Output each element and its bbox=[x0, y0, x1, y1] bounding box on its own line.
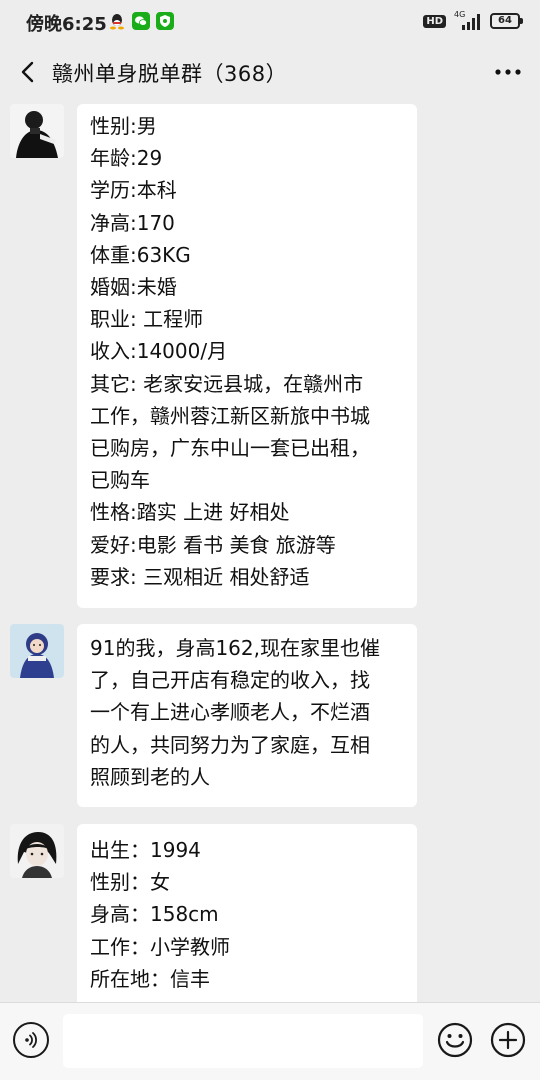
input-bar bbox=[0, 1002, 540, 1080]
message-line: 性别：女 bbox=[90, 870, 170, 895]
message-line: 照顾到老的人 bbox=[90, 764, 210, 789]
message-bubble[interactable]: 性别:男 年龄:29 学历:本科 净高:170 体重:63KG 婚姻:未婚 职业… bbox=[77, 104, 417, 608]
emoji-button[interactable] bbox=[437, 1022, 473, 1058]
back-button[interactable] bbox=[8, 52, 48, 92]
message-bubble[interactable]: 出生：1994 性别：女 身高：158cm 工作：小学教师 所在地：信丰 bbox=[77, 824, 417, 1002]
more-button[interactable] bbox=[488, 52, 528, 92]
security-app-icon bbox=[156, 12, 174, 30]
chat-message-list[interactable]: 性别:男 年龄:29 学历:本科 净高:170 体重:63KG 婚姻:未婚 职业… bbox=[0, 100, 540, 1002]
message-line: 了，自己开店有稳定的收入，找 bbox=[90, 668, 370, 693]
status-bar: 傍晚6:25 HD 4G 64 bbox=[0, 0, 540, 44]
avatar[interactable] bbox=[10, 824, 64, 878]
message-line: 性别:男 bbox=[90, 114, 157, 138]
hd-badge: HD bbox=[423, 14, 446, 28]
message-line: 性格:踏实 上进 好相处 bbox=[90, 500, 290, 525]
message-line: 要求: 三观相近 相处舒适 bbox=[90, 564, 310, 589]
message-line: 91的我，身高162,现在家里也催 bbox=[90, 636, 380, 660]
message-line: 职业: 工程师 bbox=[90, 307, 204, 332]
more-functions-button[interactable] bbox=[490, 1022, 526, 1058]
status-time: 傍晚6:25 bbox=[26, 14, 107, 35]
back-arrow-icon bbox=[21, 61, 34, 83]
network-type: 4G bbox=[454, 10, 466, 19]
avatar[interactable] bbox=[10, 624, 64, 678]
message-line: 一个有上进心孝顺老人，不烂酒 bbox=[90, 700, 370, 725]
wechat-icon bbox=[132, 12, 150, 30]
signal-icon: 4G bbox=[454, 10, 482, 30]
message-line: 工作：小学教师 bbox=[90, 934, 230, 959]
message-line: 的人，共同努力为了家庭，互相 bbox=[90, 732, 370, 757]
message-input[interactable] bbox=[63, 1014, 423, 1068]
page-title: 赣州单身脱单群（368） bbox=[52, 62, 288, 86]
more-icon bbox=[495, 69, 521, 75]
message-bubble[interactable]: 91的我，身高162,现在家里也催 了，自己开店有稳定的收入，找 一个有上进心孝… bbox=[77, 624, 417, 807]
message-line: 已购车 bbox=[90, 468, 150, 493]
qq-icon bbox=[108, 12, 126, 30]
message-line: 学历:本科 bbox=[90, 178, 177, 203]
message-line: 工作，赣州蓉江新区新旅中书城 bbox=[90, 403, 370, 428]
avatar[interactable] bbox=[10, 104, 64, 158]
chat-header: 赣州单身脱单群（368） bbox=[0, 44, 540, 100]
voice-input-button[interactable] bbox=[13, 1022, 49, 1058]
plus-icon bbox=[490, 1022, 526, 1058]
message-line: 爱好:电影 看书 美食 旅游等 bbox=[90, 532, 336, 557]
message-line: 收入:14000/月 bbox=[90, 339, 228, 364]
message-line: 体重:63KG bbox=[90, 242, 191, 267]
voice-icon bbox=[25, 1032, 37, 1048]
emoji-icon bbox=[437, 1022, 473, 1058]
message-line: 年龄:29 bbox=[90, 146, 163, 171]
message-line: 所在地：信丰 bbox=[90, 966, 210, 991]
message-line: 婚姻:未婚 bbox=[90, 275, 177, 300]
message-line: 其它: 老家安远县城，在赣州市 bbox=[90, 371, 364, 396]
message-line: 已购房，广东中山一套已出租， bbox=[90, 436, 370, 461]
battery-icon: 64 bbox=[490, 13, 523, 29]
message-line: 出生：1994 bbox=[90, 838, 201, 862]
message-line: 身高：158cm bbox=[90, 902, 219, 927]
message-line: 净高:170 bbox=[90, 210, 175, 235]
status-indicators: HD 4G 64 bbox=[423, 10, 523, 32]
